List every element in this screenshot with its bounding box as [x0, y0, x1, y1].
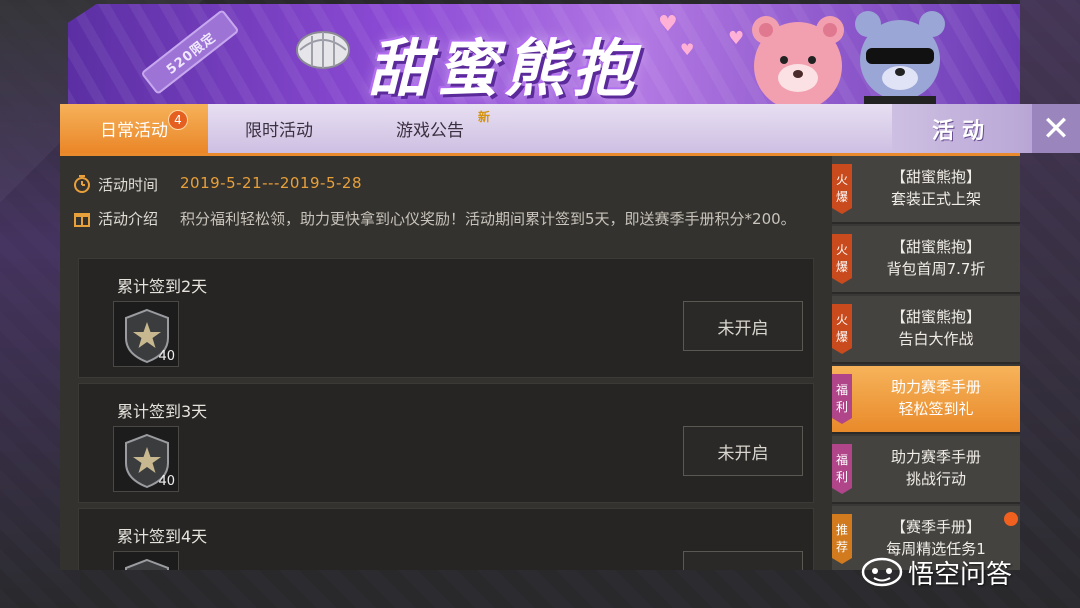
recommend-tag: 推荐: [832, 514, 852, 564]
task-card: 累计签到4天: [78, 508, 814, 570]
tab-limited-events[interactable]: 限时活动: [208, 104, 350, 153]
event-time-label: 活动时间: [98, 176, 159, 194]
close-button[interactable]: ✕: [1032, 104, 1080, 153]
claim-status-button[interactable]: [683, 551, 803, 570]
tab-game-announcements[interactable]: 游戏公告 新: [350, 104, 510, 153]
tab-label: 限时活动: [245, 121, 313, 141]
hot-tag: 火爆: [832, 234, 852, 284]
star-badge-icon: [125, 558, 169, 570]
event-intro-label: 活动介绍: [98, 210, 159, 228]
right-decoration: [1020, 0, 1080, 608]
side-item-label: 【甜蜜熊抱】 告白大作战: [890, 308, 981, 348]
side-item-sweet-bear-confession[interactable]: 火爆 【甜蜜熊抱】 告白大作战: [832, 296, 1020, 364]
tab-label: 日常活动: [100, 121, 168, 141]
side-item-season-checkin[interactable]: 福利 助力赛季手册 轻松签到礼: [832, 366, 1020, 434]
new-tag: 新: [478, 110, 491, 124]
hot-tag: 火爆: [832, 164, 852, 214]
watermark: 悟空问答: [860, 552, 1012, 592]
reward-item[interactable]: 40: [113, 301, 179, 367]
airdrop-crate-icon: [296, 31, 350, 69]
event-detail-panel: 活动时间 2019-5-21---2019-5-28 活动介绍 积分福利轻松领，…: [60, 156, 832, 570]
clock-icon: [72, 174, 92, 194]
gift-icon: [72, 208, 92, 228]
event-intro-value: 积分福利轻松领，助力更快拿到心仪奖励！活动期间累计签到5天，即送赛季手册积分*2…: [180, 210, 796, 228]
notification-badge: 4: [168, 110, 188, 130]
side-item-sweet-bear-suit[interactable]: 火爆 【甜蜜熊抱】 套装正式上架: [832, 156, 1020, 224]
tab-daily-events[interactable]: 日常活动 4: [60, 104, 208, 153]
side-item-label: 助力赛季手册 挑战行动: [890, 448, 981, 488]
reward-count: 40: [158, 474, 175, 489]
heart-icon: ♥: [728, 28, 745, 49]
blue-bear-icon: [855, 11, 945, 108]
side-item-label: 助力赛季手册 轻松签到礼: [890, 378, 981, 418]
task-card: 累计签到3天 40 未开启: [78, 383, 814, 503]
side-item-season-challenge[interactable]: 福利 助力赛季手册 挑战行动: [832, 436, 1020, 504]
task-card: 累计签到2天 40 未开启: [78, 258, 814, 378]
reward-item[interactable]: [113, 551, 179, 570]
side-item-sweet-bear-backpack[interactable]: 火爆 【甜蜜熊抱】 背包首周7.7折: [832, 226, 1020, 294]
event-banner: 520限定 甜蜜熊抱 ♥ ♥ ♥: [68, 4, 1020, 108]
limited-badge: 520限定: [140, 8, 240, 96]
reward-count: 40: [158, 349, 175, 364]
hot-tag: 火爆: [832, 304, 852, 354]
event-time-row: 活动时间 2019-5-21---2019-5-28: [72, 174, 362, 195]
welfare-tag: 福利: [832, 444, 852, 494]
pink-bear-icon: [752, 16, 844, 108]
claim-status-button[interactable]: 未开启: [683, 301, 803, 351]
reward-item[interactable]: 40: [113, 426, 179, 492]
heart-icon: ♥: [658, 12, 678, 37]
wukong-logo-icon: [861, 557, 903, 587]
task-title: 累计签到3天: [117, 402, 208, 421]
watermark-text: 悟空问答: [908, 559, 1013, 590]
welfare-tag: 福利: [832, 374, 852, 424]
event-side-list: 火爆 【甜蜜熊抱】 套装正式上架 火爆 【甜蜜熊抱】 背包首周7.7折 火爆 【甜蜜…: [832, 156, 1020, 570]
side-item-label: 【甜蜜熊抱】 套装正式上架: [890, 168, 981, 208]
close-icon: ✕: [1041, 108, 1071, 149]
section-title: 活动: [892, 104, 1032, 153]
tab-bar: 日常活动 4 限时活动 游戏公告 新 活动 ✕: [60, 104, 1080, 156]
heart-icon: ♥: [680, 40, 695, 59]
event-time-value: 2019-5-21---2019-5-28: [180, 174, 362, 192]
tab-label: 游戏公告: [396, 121, 464, 141]
claim-status-button[interactable]: 未开启: [683, 426, 803, 476]
notification-dot: [1004, 512, 1018, 526]
task-title: 累计签到4天: [117, 527, 208, 546]
side-item-label: 【甜蜜熊抱】 背包首周7.7折: [886, 238, 986, 278]
event-intro-row: 活动介绍 积分福利轻松领，助力更快拿到心仪奖励！活动期间累计签到5天，即送赛季手…: [72, 208, 820, 230]
task-title: 累计签到2天: [117, 277, 208, 296]
